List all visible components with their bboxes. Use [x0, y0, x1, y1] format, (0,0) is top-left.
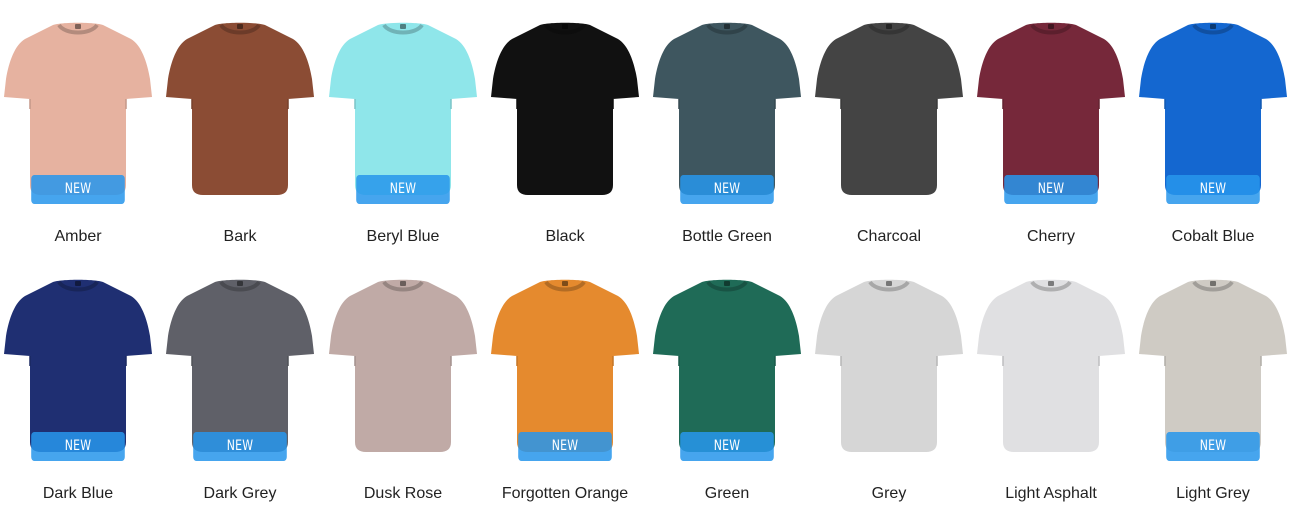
- neck-label: [1048, 281, 1054, 286]
- tshirt-shape: [491, 22, 639, 195]
- color-label: Charcoal: [856, 228, 922, 245]
- color-label: Light Asphalt: [1005, 485, 1097, 502]
- tshirt-shape: [977, 279, 1125, 452]
- neck-label: [724, 24, 730, 29]
- neck-label: [400, 281, 406, 286]
- neck-label: [75, 281, 81, 286]
- tshirt-body: [815, 279, 963, 452]
- color-label: Dark Grey: [203, 485, 277, 502]
- tshirt-body: [491, 22, 639, 195]
- new-badge: NEW: [680, 175, 774, 204]
- neck-label: [562, 281, 568, 286]
- tshirt-body: [329, 22, 477, 195]
- color-swatch-green[interactable]: NEW Green: [646, 266, 808, 506]
- color-swatch-dusk-rose[interactable]: Dusk Rose: [322, 266, 484, 506]
- color-swatch-amber[interactable]: NEW Amber: [0, 9, 159, 249]
- color-label: Black: [545, 228, 585, 245]
- tshirt-image: [326, 266, 480, 466]
- tshirt-shape: [166, 22, 314, 195]
- tshirt-shape: [815, 279, 963, 452]
- neck-label: [75, 24, 81, 29]
- tshirt-body: [815, 22, 963, 195]
- color-swatch-beryl-blue[interactable]: NEW Beryl Blue: [322, 9, 484, 249]
- tshirt-body: [977, 279, 1125, 452]
- color-swatch-forgotten-orange[interactable]: NEW Forgotten Orange: [484, 266, 646, 506]
- color-swatch-black[interactable]: Black: [484, 9, 646, 249]
- tshirt-image: [974, 266, 1128, 466]
- neck-label: [237, 281, 243, 286]
- new-badge: NEW: [356, 175, 450, 204]
- color-swatch-dark-blue[interactable]: NEW Dark Blue: [0, 266, 159, 506]
- color-label: Dark Blue: [42, 485, 114, 502]
- color-swatch-grey[interactable]: Grey: [808, 266, 970, 506]
- tshirt-body: [653, 279, 801, 452]
- tshirt-image: [488, 9, 642, 209]
- color-label: Cobalt Blue: [1171, 228, 1255, 245]
- new-badge: NEW: [518, 432, 612, 461]
- new-badge: NEW: [31, 175, 125, 204]
- tshirt-image: [812, 9, 966, 209]
- new-badge: NEW: [1004, 175, 1098, 204]
- tshirt-body: [653, 22, 801, 195]
- color-swatch-grid: NEW Amber Bark NEW Beryl Blue Black NEW …: [0, 0, 1294, 512]
- color-swatch-light-asphalt[interactable]: Light Asphalt: [970, 266, 1132, 506]
- color-label: Light Grey: [1176, 485, 1250, 502]
- neck-label: [237, 24, 243, 29]
- tshirt-body: [4, 279, 152, 452]
- new-badge: NEW: [680, 432, 774, 461]
- tshirt-body: [977, 22, 1125, 195]
- new-badge: NEW: [193, 432, 287, 461]
- color-label: Cherry: [1026, 228, 1075, 245]
- tshirt-image: [812, 266, 966, 466]
- tshirt-body: [4, 22, 152, 195]
- neck-label: [562, 24, 568, 29]
- tshirt-shape: [329, 279, 477, 452]
- color-label: Bark: [223, 228, 257, 245]
- tshirt-body: [491, 279, 639, 452]
- neck-label: [1048, 24, 1054, 29]
- tshirt-body: [166, 279, 314, 452]
- color-label: Bottle Green: [682, 228, 772, 245]
- neck-label: [1210, 24, 1216, 29]
- color-label: Green: [704, 485, 750, 502]
- color-swatch-bark[interactable]: Bark: [159, 9, 321, 249]
- color-swatch-cherry[interactable]: NEW Cherry: [970, 9, 1132, 249]
- tshirt-body: [166, 22, 314, 195]
- tshirt-image: [163, 9, 317, 209]
- new-badge: NEW: [1166, 175, 1260, 204]
- tshirt-body: [1139, 279, 1287, 452]
- new-badge: NEW: [1166, 432, 1260, 461]
- color-swatch-cobalt-blue[interactable]: NEW Cobalt Blue: [1132, 9, 1294, 249]
- color-label: Beryl Blue: [366, 228, 440, 245]
- neck-label: [886, 24, 892, 29]
- color-swatch-charcoal[interactable]: Charcoal: [808, 9, 970, 249]
- neck-label: [724, 281, 730, 286]
- tshirt-body: [329, 279, 477, 452]
- neck-label: [1210, 281, 1216, 286]
- neck-label: [886, 281, 892, 286]
- tshirt-shape: [815, 22, 963, 195]
- color-swatch-light-grey[interactable]: NEW Light Grey: [1132, 266, 1294, 506]
- color-swatch-bottle-green[interactable]: NEW Bottle Green: [646, 9, 808, 249]
- color-label: Grey: [871, 485, 907, 502]
- color-label: Amber: [54, 228, 102, 245]
- neck-label: [400, 24, 406, 29]
- new-badge: NEW: [31, 432, 125, 461]
- color-swatch-dark-grey[interactable]: NEW Dark Grey: [159, 266, 321, 506]
- color-label: Dusk Rose: [363, 485, 443, 502]
- color-label: Forgotten Orange: [501, 485, 629, 502]
- tshirt-body: [1139, 22, 1287, 195]
